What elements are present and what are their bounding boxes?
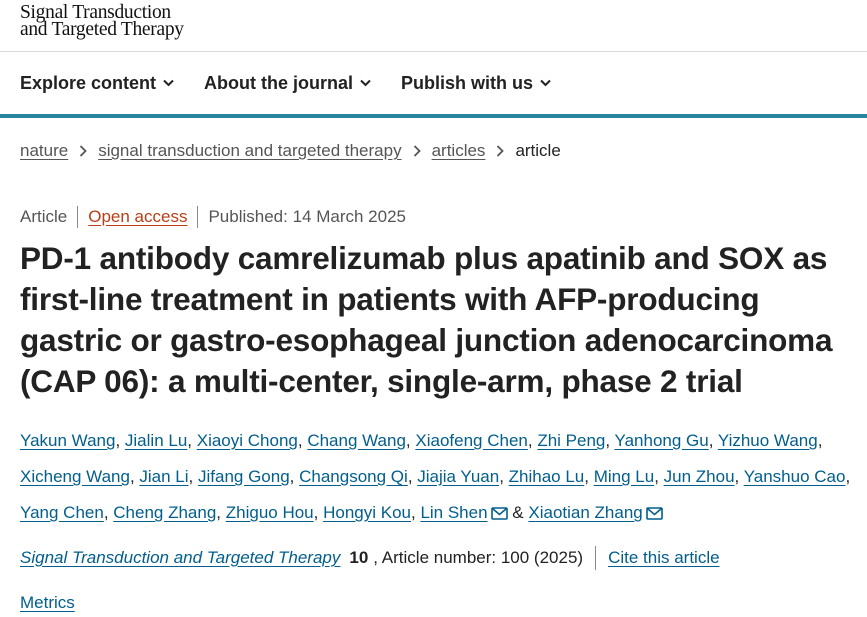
chevron-down-icon <box>360 79 371 87</box>
author-link[interactable]: Xiaofeng Chen <box>415 431 527 450</box>
open-access-link[interactable]: Open access <box>88 207 187 227</box>
volume-number: 10 <box>349 548 369 567</box>
author-link[interactable]: Zhi Peng <box>537 431 605 450</box>
chevron-right-icon <box>496 145 505 157</box>
nav-publish-with-us[interactable]: Publish with us <box>401 73 551 94</box>
chevron-right-icon <box>79 145 87 157</box>
author-link[interactable]: Yang Chen <box>20 503 104 522</box>
author-link[interactable]: Jiajia Yuan <box>417 467 499 486</box>
journal-logo[interactable]: Signal Transduction and Targeted Therapy <box>20 3 260 40</box>
author-link[interactable]: Hongyi Kou <box>323 503 411 522</box>
author-link[interactable]: Xiaoyi Chong <box>197 431 298 450</box>
breadcrumb-current: article <box>515 141 561 160</box>
author-link[interactable]: Changsong Qi <box>299 467 408 486</box>
author-link[interactable]: Cheng Zhang <box>113 503 216 522</box>
chevron-down-icon <box>163 79 174 87</box>
author-ampersand: & <box>512 503 524 522</box>
article-meta: Article Open access Published: 14 March … <box>20 206 406 228</box>
site-header: Signal Transduction and Targeted Therapy <box>0 0 867 52</box>
author-link[interactable]: Jialin Lu <box>125 431 187 450</box>
author-link[interactable]: Zhihao Lu <box>509 467 585 486</box>
author-link[interactable]: Yanhong Gu <box>615 431 709 450</box>
meta-divider <box>197 206 199 228</box>
nav-explore-content[interactable]: Explore content <box>20 73 174 94</box>
author-link[interactable]: Chang Wang <box>307 431 406 450</box>
mail-icon[interactable] <box>645 497 663 533</box>
article-type: Article <box>20 207 68 226</box>
citation-line: Signal Transduction and Targeted Therapy… <box>20 546 720 570</box>
author-link[interactable]: Jian Li <box>139 467 188 486</box>
author-link[interactable]: Jifang Gong <box>198 467 290 486</box>
author-link[interactable]: Xicheng Wang <box>20 467 130 486</box>
main-navigation: Explore content About the journal Publis… <box>0 52 867 118</box>
author-link[interactable]: Yizhuo Wang <box>718 431 818 450</box>
journal-link[interactable]: Signal Transduction and Targeted Therapy <box>20 548 340 568</box>
meta-divider <box>77 206 79 228</box>
author-list: Yakun Wang, Jialin Lu, Xiaoyi Chong, Cha… <box>20 423 860 533</box>
author-link[interactable]: Jun Zhou <box>664 467 735 486</box>
breadcrumb-nature[interactable]: nature <box>20 141 68 161</box>
article-number: , Article number: 100 (2025) <box>373 548 584 567</box>
author-link[interactable]: Lin Shen <box>420 503 487 522</box>
breadcrumb: nature signal transduction and targeted … <box>20 141 561 161</box>
metrics-link[interactable]: Metrics <box>20 593 75 613</box>
author-link[interactable]: Yakun Wang <box>20 431 115 450</box>
nav-item-label: Explore content <box>20 72 157 93</box>
journal-logo-line2: and Targeted Therapy <box>20 19 184 40</box>
nav-item-label: Publish with us <box>401 72 534 93</box>
nav-item-label: About the journal <box>204 72 354 93</box>
chevron-right-icon <box>413 145 421 157</box>
chevron-down-icon <box>540 79 551 87</box>
author-link[interactable]: Ming Lu <box>594 467 654 486</box>
cite-this-article-link[interactable]: Cite this article <box>608 548 719 568</box>
author-link[interactable]: Yanshuo Cao <box>744 467 846 486</box>
mail-icon[interactable] <box>490 497 508 533</box>
author-link[interactable]: Zhiguo Hou <box>226 503 314 522</box>
citation-divider <box>595 546 597 570</box>
breadcrumb-journal[interactable]: signal transduction and targeted therapy <box>98 141 401 161</box>
breadcrumb-articles[interactable]: articles <box>432 141 486 161</box>
nav-about-journal[interactable]: About the journal <box>204 73 371 94</box>
article-title: PD-1 antibody camrelizumab plus apatinib… <box>20 240 833 399</box>
author-link[interactable]: Xiaotian Zhang <box>528 503 642 522</box>
published-date: Published: 14 March 2025 <box>208 207 406 226</box>
